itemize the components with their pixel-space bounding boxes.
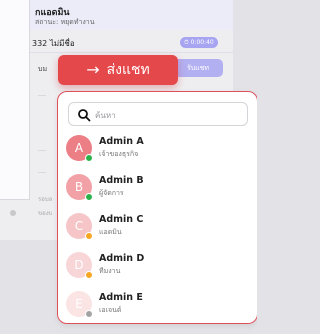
- background-divider: [38, 150, 46, 151]
- background-chat-status: สถานะ: หยุดทำงาน: [35, 18, 95, 26]
- background-dot: [10, 210, 16, 216]
- clock-icon: ⏱: [184, 39, 189, 46]
- background-timer-badge: ⏱ 0:00:40: [180, 37, 218, 48]
- agent-role: เจ้าของธุรกิจ: [99, 150, 139, 158]
- background-timer-text: 0:00:40: [190, 39, 214, 46]
- agent-picker-panel: A Admin A เจ้าของธุรกิจ B Admin B ผู้จัด…: [57, 91, 257, 324]
- search-box[interactable]: [68, 102, 248, 126]
- status-online-indicator: [85, 154, 93, 162]
- status-away-indicator: [85, 271, 93, 279]
- agent-role: ทีมงาน: [99, 267, 121, 275]
- agent-item-admin-d[interactable]: D Admin D ทีมงาน: [66, 249, 252, 285]
- background-faint-label: รอบล: [38, 196, 53, 203]
- background-divider: [38, 172, 46, 173]
- background-faint-label: ของบ: [38, 210, 53, 217]
- status-offline-indicator: [85, 310, 93, 318]
- transfer-chat-button[interactable]: → ส่งแชท: [58, 55, 178, 85]
- agent-name: Admin A: [99, 136, 144, 147]
- transfer-chat-label: ส่งแชท: [106, 62, 150, 78]
- background-row-text: บม: [38, 65, 48, 73]
- arrow-right-icon: →: [86, 60, 100, 79]
- stage: กแอดมิน สถานะ: หยุดทำงาน 332 ไม่มีชื่อ ⏱…: [0, 0, 257, 334]
- status-online-indicator: [85, 193, 93, 201]
- agent-name: Admin B: [99, 175, 144, 186]
- search-input[interactable]: [95, 106, 243, 124]
- background-accept-button[interactable]: รับแชท: [173, 59, 223, 77]
- agent-item-admin-b[interactable]: B Admin B ผู้จัดการ: [66, 171, 252, 207]
- agent-item-admin-a[interactable]: A Admin A เจ้าของธุรกิจ: [66, 132, 252, 168]
- agent-name: Admin C: [99, 214, 144, 225]
- search-icon: [78, 109, 91, 122]
- agent-name: Admin E: [99, 292, 143, 303]
- agent-role: เอเจนต์: [99, 306, 122, 314]
- background-sidebar: [0, 0, 30, 200]
- agent-name: Admin D: [99, 253, 145, 264]
- background-divider: [38, 95, 46, 96]
- agent-item-admin-c[interactable]: C Admin C แอดมิน: [66, 210, 252, 246]
- agent-role: แอดมิน: [99, 228, 122, 236]
- background-conversation-name: 332 ไม่มีชื่อ: [32, 39, 75, 48]
- agent-role: ผู้จัดการ: [99, 189, 124, 197]
- agent-item-admin-e[interactable]: E Admin E เอเจนต์: [66, 288, 252, 323]
- status-away-indicator: [85, 232, 93, 240]
